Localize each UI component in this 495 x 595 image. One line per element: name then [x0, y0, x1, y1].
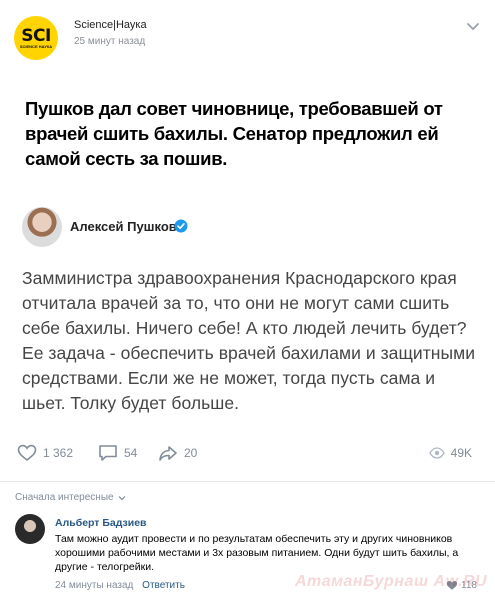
heart-icon [17, 444, 37, 462]
comments-sort-selector[interactable]: Сначала интересные [15, 492, 126, 503]
comment-icon [99, 445, 117, 461]
tweet-author-name: Алексей Пушков [70, 219, 177, 234]
comment-author-avatar[interactable] [15, 514, 45, 544]
views-count: 49K [450, 446, 472, 460]
post-timestamp[interactable]: 25 минут назад [74, 36, 145, 47]
share-button[interactable]: 20 [158, 444, 197, 462]
comment-text: Там можно аудит провести и по результата… [55, 533, 459, 573]
share-icon [159, 446, 177, 461]
like-button[interactable]: 1 362 [17, 444, 73, 462]
comments-sort-label: Сначала интересные [15, 492, 114, 503]
community-logo-subtext: SCIENCE НАУКА [19, 43, 53, 49]
comment-count: 54 [124, 446, 138, 460]
eye-icon [428, 447, 445, 459]
tweet-author: Алексей Пушков [22, 207, 322, 251]
post-actions: 1 362 54 20 49K [15, 444, 480, 466]
comment-author-name[interactable]: Альберт Бадзиев [55, 517, 147, 529]
watermark: АтаманБурнаш Aw.RU [294, 573, 487, 590]
views-indicator: 49K [428, 444, 472, 462]
like-count: 1 362 [43, 446, 74, 460]
comment-button[interactable]: 54 [98, 444, 137, 462]
chevron-down-icon[interactable] [465, 20, 481, 32]
post-headline: Пушков дал совет чиновнице, требовавшей … [25, 98, 443, 169]
comment-timestamp[interactable]: 24 минуты назад [55, 580, 133, 591]
comment-meta: 24 минуты назад Ответить [55, 580, 185, 591]
reply-link[interactable]: Ответить [142, 580, 185, 591]
community-avatar[interactable]: SCI SCIENCE НАУКА [14, 16, 58, 60]
post-header: SCI SCIENCE НАУКА Science|Наука 25 минут… [10, 14, 485, 60]
chevron-down-icon [118, 495, 126, 500]
verified-badge-icon [174, 219, 188, 233]
tweet-author-avatar [22, 207, 62, 247]
community-logo-text: SCI [21, 25, 51, 46]
divider [0, 481, 495, 482]
share-count: 20 [184, 446, 198, 460]
community-name[interactable]: Science|Наука [74, 19, 147, 31]
tweet-text: Замминистра здравоохранения Краснодарско… [22, 268, 476, 413]
